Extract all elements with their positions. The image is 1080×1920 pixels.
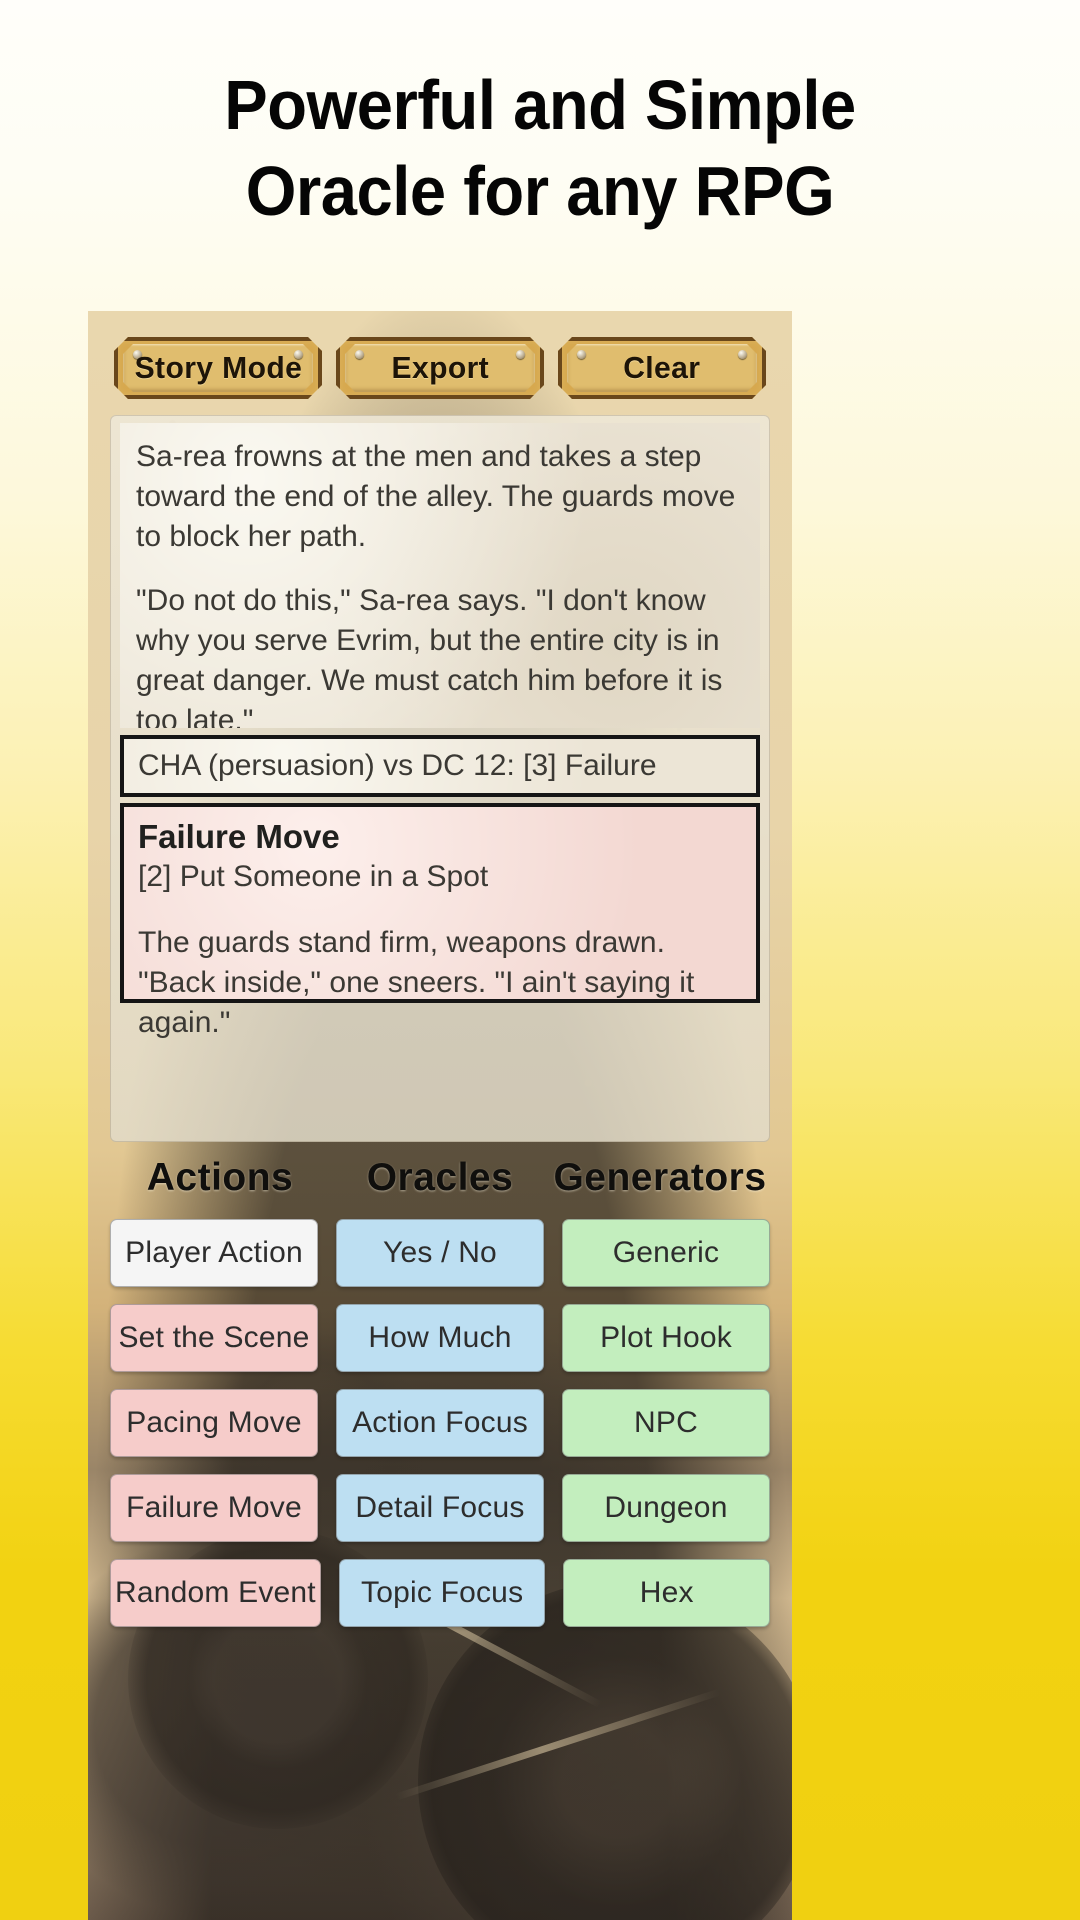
story-paragraph: "Do not do this," Sa-rea says. "I don't … — [136, 584, 723, 728]
export-button-label: Export — [391, 350, 489, 385]
app-screenshot-panel: Story Mode Export Clear Sa-rea frowns at… — [88, 311, 792, 1920]
move-title: Failure Move — [138, 818, 340, 855]
column-header-generators: Generators — [553, 1156, 767, 1199]
hex-button[interactable]: Hex — [563, 1559, 770, 1627]
rivet-icon — [577, 350, 586, 359]
page-title-line-1: Powerful and Simple — [224, 66, 856, 144]
dungeon-button[interactable]: Dungeon — [562, 1474, 770, 1542]
rivet-icon — [738, 350, 747, 359]
story-paragraph: Sa-rea frowns at the men and takes a ste… — [136, 440, 736, 553]
column-header-oracles: Oracles — [366, 1156, 514, 1199]
pacing-move-button[interactable]: Pacing Move — [110, 1389, 318, 1457]
topic-focus-button[interactable]: Topic Focus — [338, 1559, 546, 1627]
story-mode-button[interactable]: Story Mode — [114, 337, 322, 399]
grid-row: Player Action Yes / No Generic — [110, 1219, 770, 1287]
failure-move-card: Failure Move [2] Put Someone in a Spot T… — [120, 803, 760, 1039]
clear-button-label: Clear — [623, 350, 701, 385]
roll-result-box: CHA (persuasion) vs DC 12: [3] Failure — [120, 735, 760, 797]
grid-row: Set the Scene How Much Plot Hook — [110, 1304, 770, 1372]
export-button[interactable]: Export — [336, 337, 544, 399]
detail-focus-button[interactable]: Detail Focus — [336, 1474, 544, 1542]
page-title-line-2: Oracle for any RPG — [245, 152, 835, 230]
page-title: Powerful and Simple Oracle for any RPG — [38, 62, 1042, 234]
grid-row: Failure Move Detail Focus Dungeon — [110, 1474, 770, 1542]
roll-result-text: CHA (persuasion) vs DC 12: [3] Failure — [138, 749, 657, 782]
rivet-icon — [355, 350, 364, 359]
generic-button[interactable]: Generic — [562, 1219, 770, 1287]
set-the-scene-button[interactable]: Set the Scene — [110, 1304, 318, 1372]
column-header-actions: Actions — [146, 1156, 294, 1199]
action-button-grid: Player Action Yes / No Generic Set the S… — [110, 1219, 770, 1627]
column-headers: Actions Oracles Generators — [110, 1156, 770, 1200]
move-subtitle: [2] Put Someone in a Spot — [138, 860, 489, 893]
grid-row: Random Event Topic Focus Hex — [110, 1559, 770, 1627]
action-focus-button[interactable]: Action Focus — [336, 1389, 544, 1457]
clear-button[interactable]: Clear — [558, 337, 766, 399]
player-action-button[interactable]: Player Action — [110, 1219, 318, 1287]
story-narration-card: Sa-rea frowns at the men and takes a ste… — [120, 423, 760, 728]
app-toolbar: Story Mode Export Clear — [88, 337, 792, 399]
failure-move-button[interactable]: Failure Move — [110, 1474, 318, 1542]
npc-button[interactable]: NPC — [562, 1389, 770, 1457]
story-log[interactable]: Sa-rea frowns at the men and takes a ste… — [110, 415, 770, 1142]
grid-row: Pacing Move Action Focus NPC — [110, 1389, 770, 1457]
plot-hook-button[interactable]: Plot Hook — [562, 1304, 770, 1372]
story-mode-button-label: Story Mode — [134, 350, 302, 385]
random-event-button[interactable]: Random Event — [110, 1559, 321, 1627]
move-body-text: The guards stand firm, weapons drawn. "B… — [138, 926, 695, 1039]
rivet-icon — [516, 350, 525, 359]
yes-no-button[interactable]: Yes / No — [336, 1219, 544, 1287]
how-much-button[interactable]: How Much — [336, 1304, 544, 1372]
